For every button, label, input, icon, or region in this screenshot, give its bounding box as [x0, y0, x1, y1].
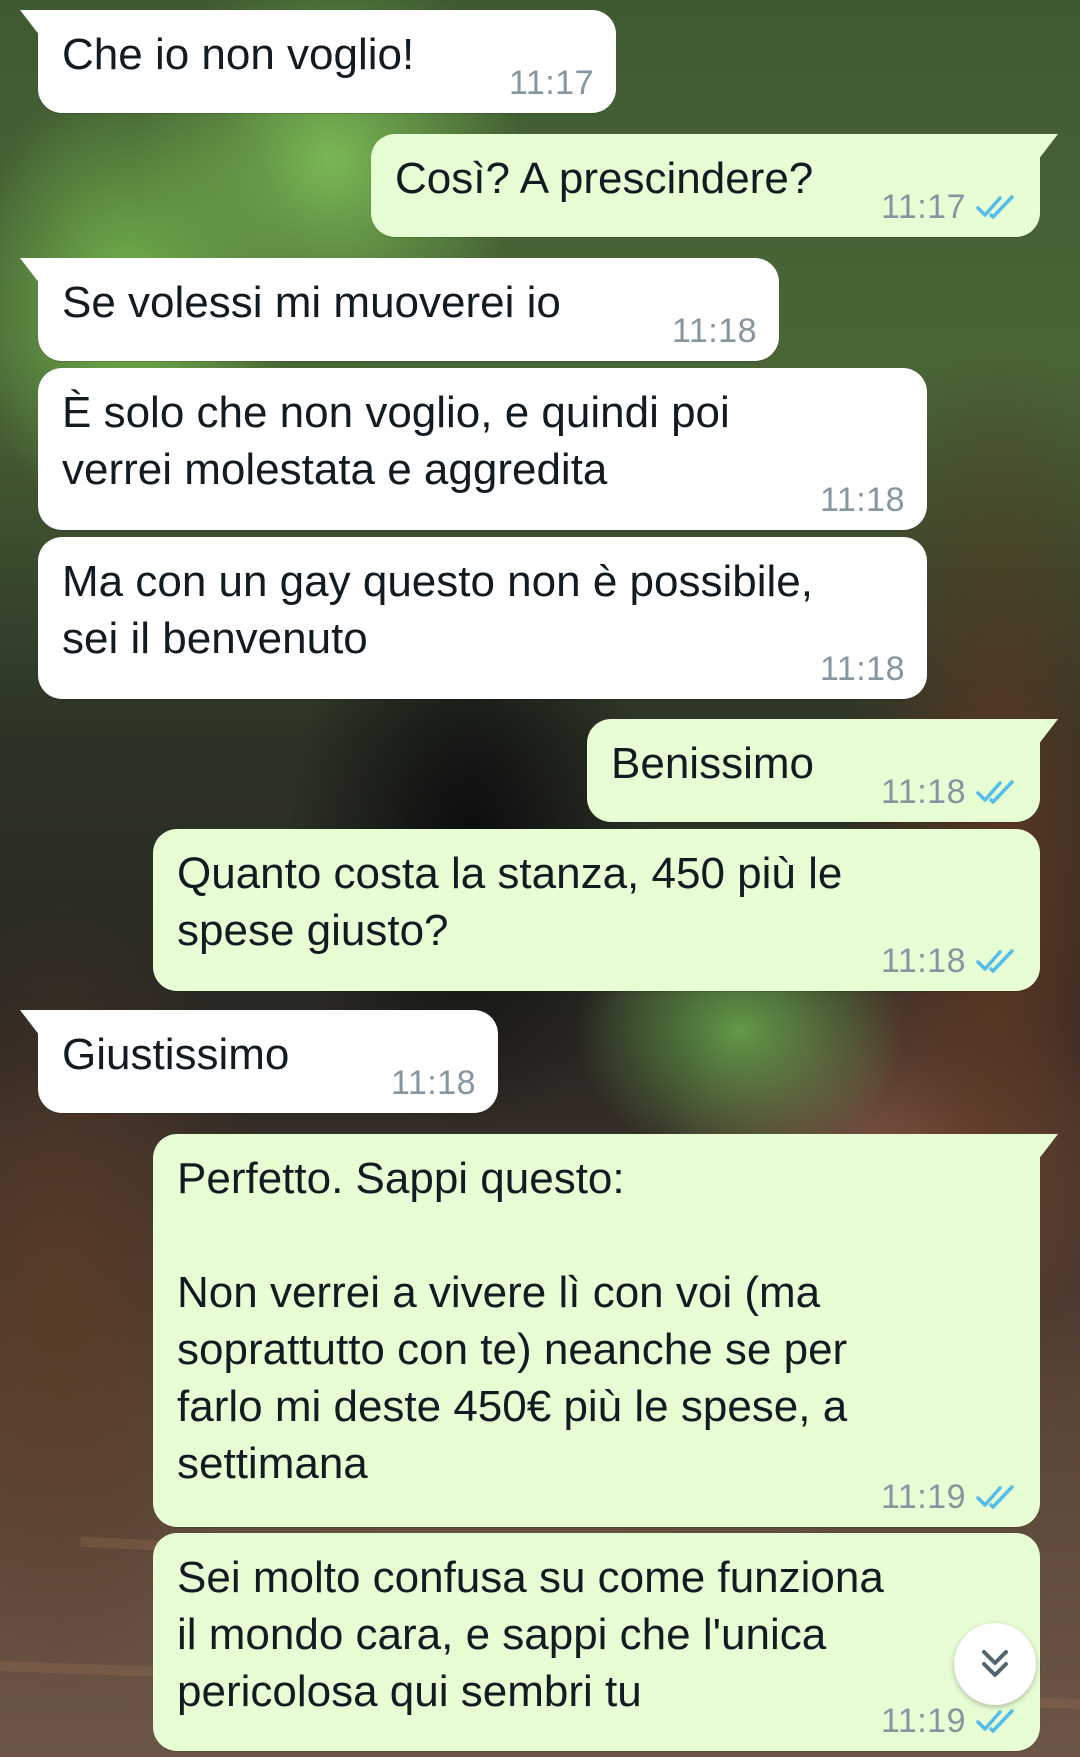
- message-time: 11:19: [880, 1478, 966, 1516]
- message-meta: 11:19: [881, 1479, 1018, 1515]
- message-text: Giustissimo: [62, 1030, 290, 1079]
- message-meta: 11:17: [881, 189, 1018, 225]
- message-time: 11:17: [508, 64, 594, 102]
- message-time: 11:18: [880, 773, 966, 811]
- message-text: Ma con un gay questo non è possibile, se…: [62, 557, 813, 663]
- message-bubble-outgoing[interactable]: Così? A prescindere? 11:17: [371, 134, 1058, 237]
- message-bubble-incoming[interactable]: Giustissimo 11:18: [20, 1010, 498, 1113]
- message-meta: 11:18: [820, 482, 905, 518]
- message-bubble-outgoing[interactable]: Benissimo 11:18: [587, 719, 1058, 822]
- message-meta: 11:18: [672, 313, 757, 349]
- double-chevron-down-icon: [982, 1650, 1008, 1677]
- message-bubble-outgoing[interactable]: Quanto costa la stanza, 450 più le spese…: [153, 829, 1040, 991]
- message-time: 11:18: [880, 942, 966, 980]
- message-bubble-incoming[interactable]: Ma con un gay questo non è possibile, se…: [38, 537, 927, 699]
- message-time: 11:17: [880, 188, 966, 226]
- message-meta: 11:18: [391, 1065, 476, 1101]
- message-time: 11:18: [819, 481, 905, 519]
- message-text: Sei molto confusa su come funziona il mo…: [177, 1553, 884, 1716]
- message-time: 11:18: [819, 650, 905, 688]
- message-text: Se volessi mi muoverei io: [62, 278, 561, 327]
- message-meta: 11:18: [881, 774, 1018, 810]
- message-text: È solo che non voglio, e quindi poi verr…: [62, 388, 730, 494]
- message-meta: 11:17: [509, 65, 594, 101]
- message-text: Così? A prescindere?: [395, 154, 814, 203]
- message-bubble-incoming[interactable]: Se volessi mi muoverei io 11:18: [20, 258, 779, 361]
- message-bubble-outgoing[interactable]: Perfetto. Sappi questo: Non verrei a viv…: [153, 1134, 1058, 1527]
- message-text: Benissimo: [611, 739, 814, 788]
- double-check-icon: [976, 780, 1014, 804]
- message-meta: 11:19: [881, 1703, 1018, 1739]
- message-meta: 11:18: [881, 943, 1018, 979]
- message-time: 11:18: [390, 1064, 476, 1102]
- message-bubble-incoming[interactable]: È solo che non voglio, e quindi poi verr…: [38, 368, 927, 530]
- message-text: Quanto costa la stanza, 450 più le spese…: [177, 849, 843, 955]
- message-time: 11:18: [671, 312, 757, 350]
- double-check-icon: [976, 949, 1014, 973]
- scroll-to-bottom-button[interactable]: [954, 1623, 1036, 1705]
- message-meta: 11:18: [820, 651, 905, 687]
- message-text: Che io non voglio!: [62, 30, 415, 79]
- double-check-icon: [976, 195, 1014, 219]
- message-bubble-incoming[interactable]: Che io non voglio! 11:17: [20, 10, 616, 113]
- message-text: Perfetto. Sappi questo: Non verrei a viv…: [177, 1154, 848, 1488]
- double-check-icon: [976, 1709, 1014, 1733]
- message-time: 11:19: [880, 1702, 966, 1740]
- double-check-icon: [976, 1485, 1014, 1509]
- message-bubble-outgoing[interactable]: Sei molto confusa su come funziona il mo…: [153, 1533, 1040, 1751]
